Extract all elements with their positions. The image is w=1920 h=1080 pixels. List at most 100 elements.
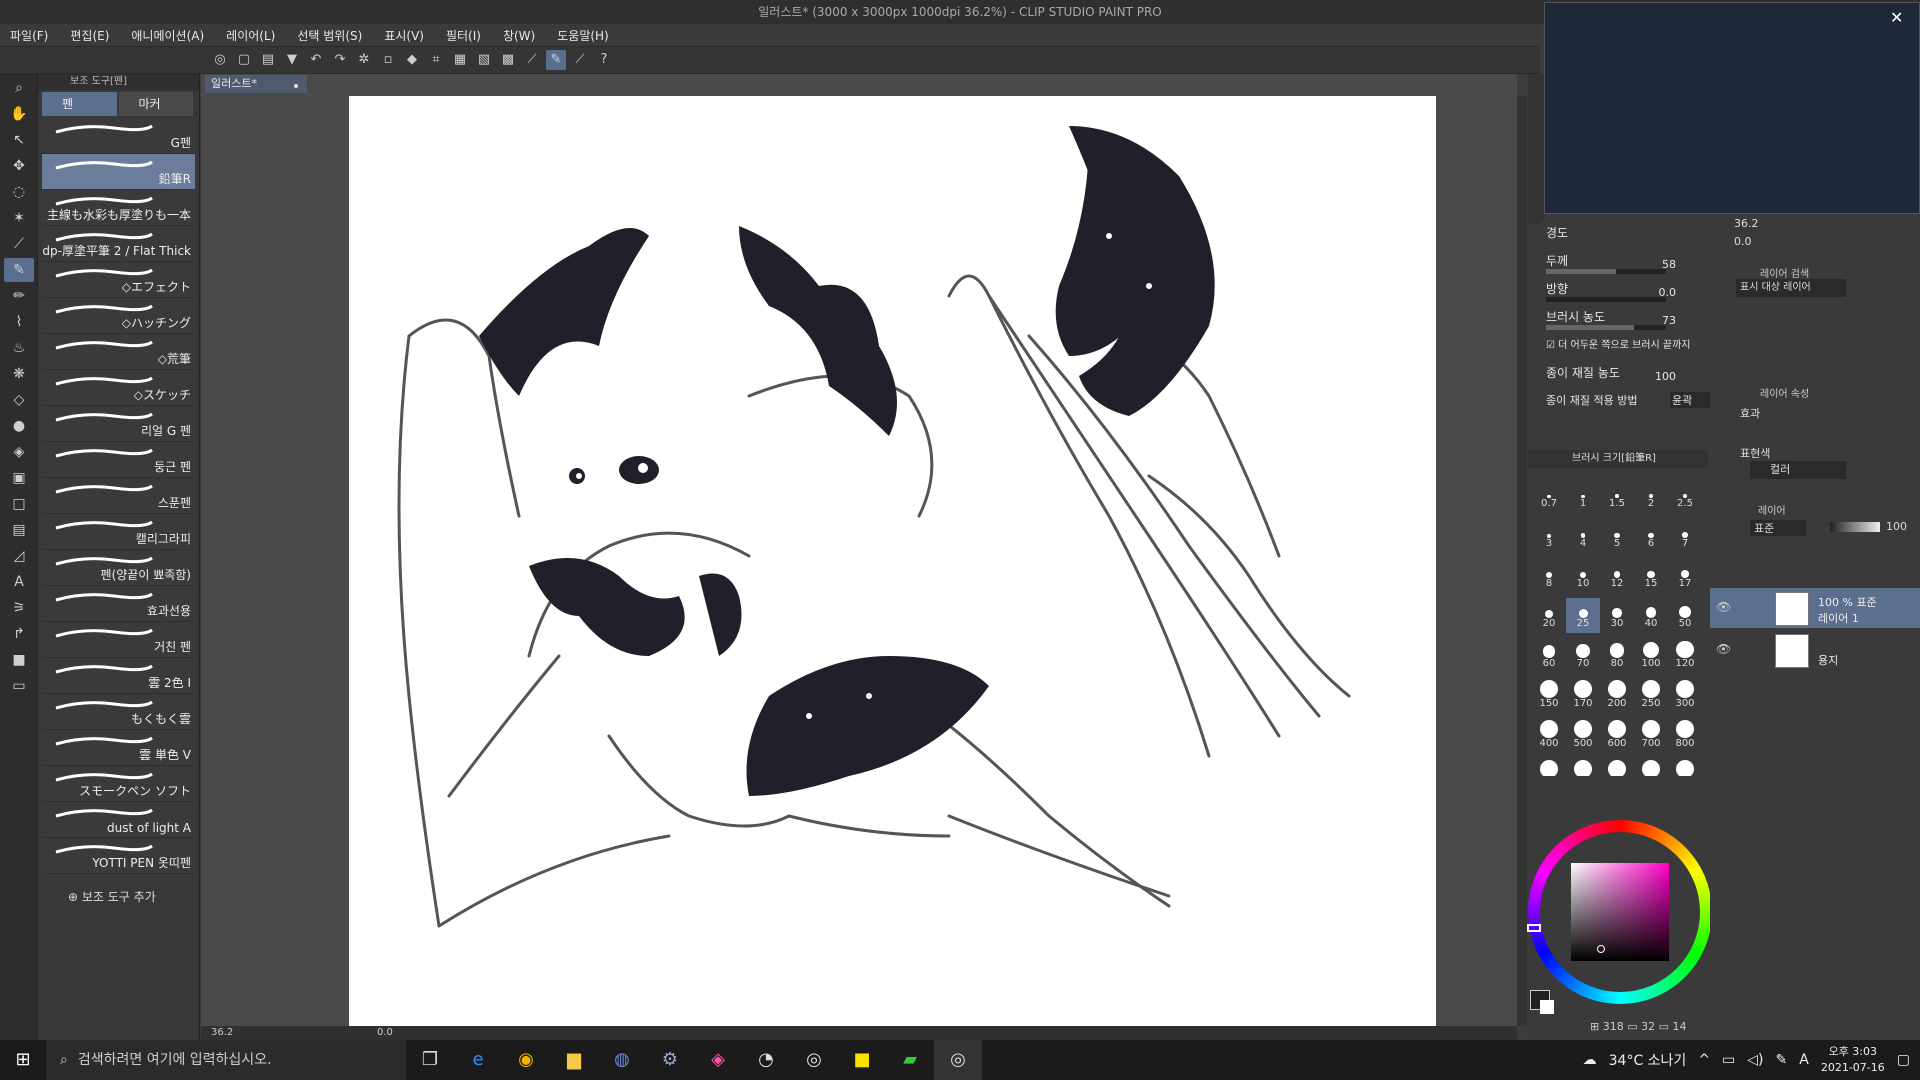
zoom-tool-icon[interactable]: ⌕	[4, 76, 34, 100]
brush-item[interactable]: 캘리그라피	[42, 514, 195, 550]
brush-size-option[interactable]: 80	[1600, 638, 1634, 673]
open-file-icon[interactable]: ▤	[258, 50, 278, 70]
brush-item[interactable]: dust of light A	[42, 802, 195, 838]
brush-item[interactable]: 효과선용	[42, 586, 195, 622]
brush-size-option[interactable]: 120	[1668, 638, 1702, 673]
brush-item[interactable]: 스푼펜	[42, 478, 195, 514]
brush-size-option[interactable]: 400	[1532, 718, 1566, 753]
brush-item[interactable]: ◇ハッチング	[42, 298, 195, 334]
layer-row[interactable]: 👁 용지	[1710, 630, 1920, 670]
menu-selection[interactable]: 선택 범위(S)	[297, 27, 362, 44]
tab-pen[interactable]: 펜	[42, 92, 117, 116]
pen-pressure-icon[interactable]: ⟋	[570, 50, 590, 70]
chrome-icon[interactable]: ◉	[502, 1040, 550, 1080]
discord-icon[interactable]: ◍	[598, 1040, 646, 1080]
frame-tool-icon[interactable]: ▤	[4, 518, 34, 542]
brush-tip-checkbox-row[interactable]: ☑ 더 어두운 쪽으로 브러시 끝까지	[1540, 332, 1700, 360]
close-icon[interactable]: ✕	[1890, 8, 1903, 27]
thickness-row[interactable]: 두께 58	[1540, 248, 1700, 276]
brush-item[interactable]: 鉛筆R	[42, 154, 195, 190]
gradient-tool-icon[interactable]: ▣	[4, 466, 34, 490]
direction-slider[interactable]	[1546, 297, 1666, 302]
correct-line-tool-icon[interactable]: ↱	[4, 622, 34, 646]
brush-item[interactable]: 거친 펜	[42, 622, 195, 658]
decoration-tool-icon[interactable]: ❋	[4, 362, 34, 386]
fill-icon[interactable]: ◆	[402, 50, 422, 70]
taskbar-search[interactable]: ⌕ 검색하려면 여기에 입력하십시오.	[46, 1040, 406, 1080]
drawing-paper[interactable]	[349, 96, 1436, 1026]
ruler-snap-icon[interactable]: ▧	[474, 50, 494, 70]
blend-mode-select[interactable]: 표준	[1750, 520, 1806, 536]
brush-item[interactable]: もくもく雲	[42, 694, 195, 730]
transform-icon[interactable]: ⌗	[426, 50, 446, 70]
density-row[interactable]: 브러시 농도 73	[1540, 304, 1700, 332]
brush-size-option[interactable]: 40	[1634, 598, 1668, 633]
brush-size-option[interactable]: 3	[1532, 518, 1566, 553]
brush-size-option[interactable]: 30	[1600, 598, 1634, 633]
saturation-value-square[interactable]	[1571, 863, 1669, 961]
undo-icon[interactable]: ↶	[306, 50, 326, 70]
menu-window[interactable]: 창(W)	[503, 27, 535, 44]
paper-method-row[interactable]: 종이 재질 적용 방법 윤곽	[1540, 388, 1710, 416]
brush-item[interactable]: ◇荒筆	[42, 334, 195, 370]
menu-help[interactable]: 도움말(H)	[557, 27, 609, 44]
ruler-tool-icon[interactable]: ◿	[4, 544, 34, 568]
menu-file[interactable]: 파일(F)	[10, 27, 48, 44]
brush-size-option[interactable]: 12	[1600, 558, 1634, 593]
brush-size-option[interactable]: 60	[1532, 638, 1566, 673]
brush-size-option[interactable]: 17	[1668, 558, 1702, 593]
brush-size-option[interactable]: 300	[1668, 678, 1702, 713]
brush-size-option[interactable]: 7	[1668, 518, 1702, 553]
app-green-icon[interactable]: ▰	[886, 1040, 934, 1080]
volume-icon[interactable]: ◁)	[1747, 1052, 1763, 1068]
eye-icon[interactable]: 👁	[1716, 642, 1731, 656]
brush-item[interactable]: 리얼 G 펜	[42, 406, 195, 442]
canvas-vertical-scrollbar[interactable]	[1517, 96, 1527, 1026]
brush-item[interactable]: ◇エフェクト	[42, 262, 195, 298]
sub-color-swatch[interactable]	[1540, 1000, 1554, 1014]
brush-size-option[interactable]: 200	[1600, 678, 1634, 713]
redo-icon[interactable]: ↷	[330, 50, 350, 70]
hue-knob[interactable]	[1527, 924, 1541, 932]
task-view-icon[interactable]: ❐	[406, 1040, 454, 1080]
kakaotalk-icon[interactable]: ■	[838, 1040, 886, 1080]
density-slider[interactable]	[1546, 325, 1666, 330]
ie-icon[interactable]: e	[454, 1040, 502, 1080]
pencil-tool-icon[interactable]: ✏	[4, 284, 34, 308]
brush-size-option[interactable]: 4	[1566, 518, 1600, 553]
panel-tab-strip[interactable]	[1528, 74, 1544, 224]
brush-size-option[interactable]: 20	[1532, 598, 1566, 633]
text-tool-icon[interactable]: A	[4, 570, 34, 594]
brush-item[interactable]: 雲 単色 V	[42, 730, 195, 766]
figure-tool-icon[interactable]: □	[4, 492, 34, 516]
status-zoom[interactable]: 36.2	[211, 1026, 233, 1040]
brush-item[interactable]: G펜	[42, 118, 195, 154]
menu-edit[interactable]: 편집(E)	[70, 27, 109, 44]
brush-size-option[interactable]: 150	[1532, 678, 1566, 713]
checkbox-icon[interactable]: ☑	[1546, 340, 1555, 351]
paper-density-row[interactable]: 종이 재질 농도 100	[1540, 360, 1700, 388]
menu-view[interactable]: 표시(V)	[384, 27, 424, 44]
brush-size-option[interactable]: 2	[1634, 478, 1668, 513]
brush-size-option[interactable]: 500	[1566, 718, 1600, 753]
clip-studio-icon[interactable]: ◎	[210, 50, 230, 70]
blend-tool-icon[interactable]: ●	[4, 414, 34, 438]
layer-search-dropdown[interactable]: 표시 대상 레이어	[1736, 279, 1846, 297]
hand-tool-icon[interactable]: ✋	[4, 102, 34, 126]
clip-studio-paint-icon[interactable]: ◎	[934, 1040, 982, 1080]
menu-filter[interactable]: 필터(I)	[446, 27, 481, 44]
brush-item[interactable]: 主線も水彩も厚塗りも一本	[42, 190, 195, 226]
select-all-icon[interactable]: ✲	[354, 50, 374, 70]
operation-tool-icon[interactable]: ↖	[4, 128, 34, 152]
brush-size-option[interactable]: 1.5	[1600, 478, 1634, 513]
brush-item[interactable]: 雲 2色 I	[42, 658, 195, 694]
brush-size-option[interactable]: 6	[1634, 518, 1668, 553]
expression-select[interactable]: 컬러	[1750, 461, 1846, 479]
status-angle[interactable]: 0.0	[377, 1026, 393, 1040]
brush-item[interactable]: dp-厚塗平筆 2 / Flat Thick	[42, 226, 195, 262]
clock[interactable]: 오후 3:03 2021-07-16	[1821, 1044, 1885, 1076]
creative-cloud-icon[interactable]: ◈	[694, 1040, 742, 1080]
deselect-icon[interactable]: ▫	[378, 50, 398, 70]
brush-item[interactable]: 펜(양끝이 뾰족함)	[42, 550, 195, 586]
file-explorer-icon[interactable]: ▆	[550, 1040, 598, 1080]
